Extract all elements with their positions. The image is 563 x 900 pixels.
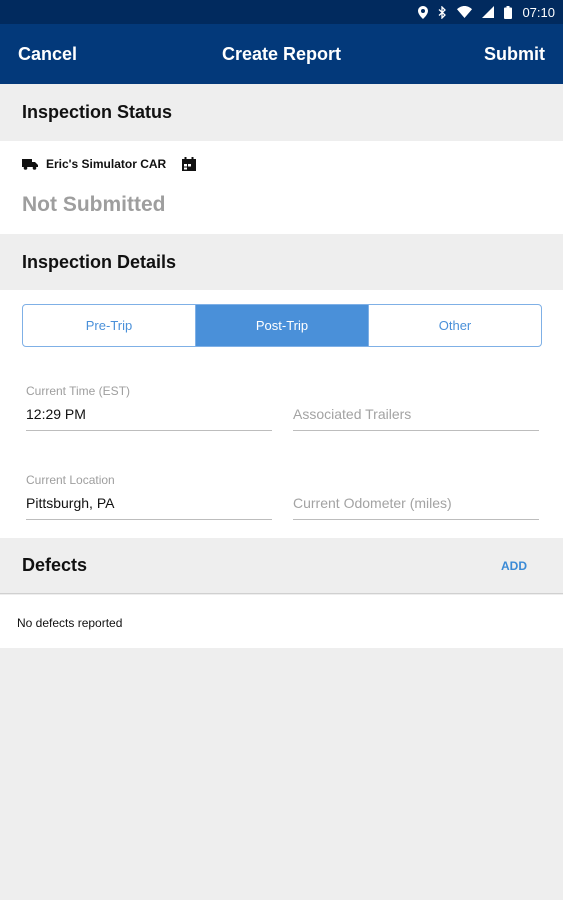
current-location-value[interactable]: Pittsburgh, PA (26, 495, 272, 515)
current-odometer-underline (293, 519, 539, 520)
tab-other[interactable]: Other (368, 305, 541, 346)
tab-post-trip[interactable]: Post-Trip (195, 305, 368, 346)
submit-button[interactable]: Submit (484, 44, 545, 65)
battery-icon (504, 5, 513, 19)
inspection-status-header: Inspection Status (0, 84, 563, 141)
inspection-details-title: Inspection Details (22, 251, 177, 272)
associated-trailers-field[interactable]: Associated Trailers (293, 384, 539, 431)
signal-icon (482, 6, 495, 18)
status-bar: 07:10 (0, 0, 563, 24)
vehicle-name: Eric's Simulator CAR (46, 157, 167, 171)
associated-trailers-input[interactable]: Associated Trailers (293, 406, 539, 426)
tab-pre-trip[interactable]: Pre-Trip (23, 305, 195, 346)
page-title: Create Report (221, 43, 342, 64)
defects-header: Defects ADD (0, 538, 563, 594)
current-time-field[interactable]: Current Time (EST) 12:29 PM (26, 384, 272, 431)
truck-icon (22, 159, 38, 170)
add-defect-button[interactable]: ADD (501, 559, 527, 573)
inspection-status-title: Inspection Status (22, 102, 173, 122)
current-location-field[interactable]: Current Location Pittsburgh, PA (26, 473, 272, 520)
current-odometer-field[interactable]: Current Odometer (miles) (293, 473, 539, 520)
calendar-icon[interactable] (182, 157, 197, 171)
app-bar: Cancel Create Report Submit (0, 24, 563, 84)
defects-title: Defects (22, 555, 88, 575)
cancel-button[interactable]: Cancel (18, 44, 77, 65)
no-defects-text: No defects reported (17, 616, 123, 630)
current-location-underline (26, 519, 272, 520)
current-location-label: Current Location (26, 473, 115, 487)
vehicle-row: Eric's Simulator CAR (22, 157, 197, 171)
inspection-details-header: Inspection Details (0, 234, 563, 290)
associated-trailers-underline (293, 430, 539, 431)
defects-panel: No defects reported (0, 595, 563, 648)
current-time-underline (26, 430, 272, 431)
bluetooth-icon (439, 5, 447, 19)
trip-type-selector: Pre-Trip Post-Trip Other (22, 304, 542, 347)
current-time-label: Current Time (EST) (26, 384, 131, 398)
location-icon (418, 5, 429, 19)
wifi-icon (457, 6, 473, 18)
inspection-status-panel: Eric's Simulator CAR Not Submitted (0, 141, 563, 234)
submission-status: Not Submitted (22, 193, 166, 216)
current-time-value[interactable]: 12:29 PM (26, 406, 272, 426)
status-time: 07:10 (522, 4, 555, 20)
current-odometer-input[interactable]: Current Odometer (miles) (293, 495, 539, 515)
inspection-details-panel: Pre-Trip Post-Trip Other Current Time (E… (0, 290, 563, 538)
